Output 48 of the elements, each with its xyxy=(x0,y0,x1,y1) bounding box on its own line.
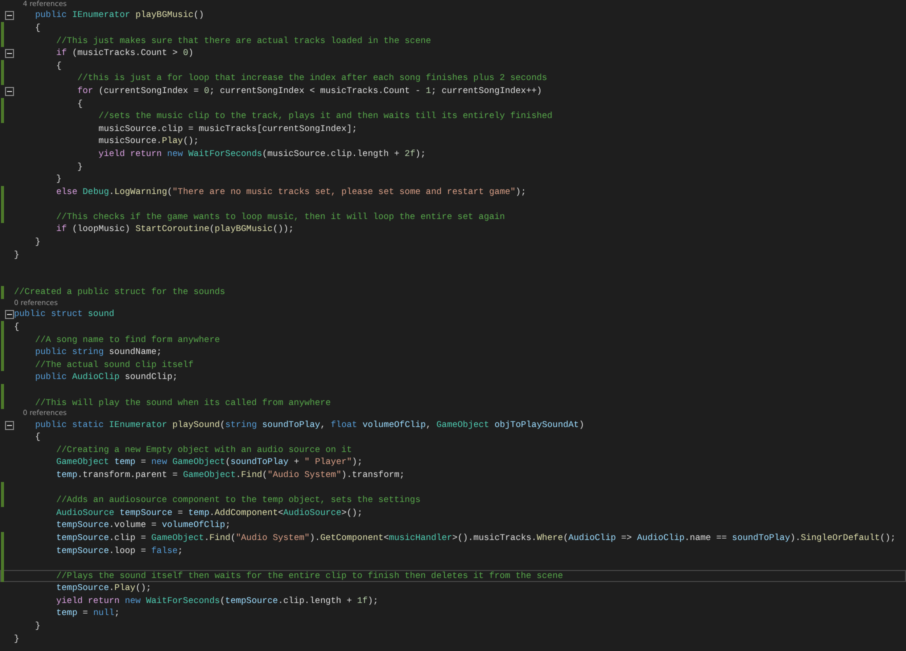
code-line: temp.transform.parent = GameObject.Find("Audio System").transform; xyxy=(55,468,405,482)
collapse-icon[interactable] xyxy=(5,49,14,58)
code-line: yield return new WaitForSeconds(tempSource.clip.length + 1f); xyxy=(55,594,378,608)
code-line: //A song name to find form anywhere xyxy=(34,334,220,346)
collapse-icon[interactable] xyxy=(5,11,14,20)
code-line: public static IEnumerator playSound(string soundToPlay, float volumeOfClip, GameObject objToPlaySoundAt) xyxy=(34,418,584,432)
collapse-icon[interactable] xyxy=(5,310,14,320)
code-line: //This will play the sound when its called from anywhere xyxy=(34,396,331,410)
code-line: } xyxy=(14,632,20,646)
code-line: { xyxy=(14,321,20,334)
code-line: //this is just a for loop that increase the index after each song finishes plus 2 seconds xyxy=(76,72,548,85)
collapse-icon[interactable] xyxy=(5,86,14,96)
code-line: } xyxy=(14,248,20,262)
code-line: else Debug.LogWarning("There are no music tracks set, please set some and restart game"); xyxy=(55,186,526,198)
code-line: tempSource.volume = volumeOfClip; xyxy=(55,519,230,532)
code-line: { xyxy=(34,431,40,444)
code-line: } xyxy=(76,160,83,174)
code-line: for (currentSongIndex = 0; currentSongIndex < musicTracks.Count - 1; currentSongIndex++) xyxy=(76,84,542,98)
code-line: yield return new WaitForSeconds(musicSource.clip.length + 2f); xyxy=(97,148,426,161)
collapse-icon[interactable] xyxy=(5,420,14,430)
code-line: } xyxy=(55,173,62,186)
code-line: tempSource.Play(); xyxy=(55,582,152,595)
code-line: musicSource.Play(); xyxy=(97,135,199,148)
code-line: //Creating a new Empty object with an audio source on it xyxy=(55,444,352,456)
code-line: tempSource.clip = GameObject.Find("Audio System").GetComponent<musicHandler>().musicTracks.Where(AudioClip => AudioClip.name == soundToPlay).SingleOrDefault(); xyxy=(55,532,896,545)
code-line: { xyxy=(76,98,83,110)
code-line: temp = null; xyxy=(55,607,120,620)
code-line: //This checks if the game wants to loop music, then it will loop the entire set again xyxy=(55,210,505,224)
code-line: { xyxy=(34,22,40,35)
code-line: //Created a public struct for the sounds xyxy=(14,286,226,300)
code-line: public struct sound xyxy=(14,308,114,322)
code-line: //Plays the sound itself then waits for the entire clip to finish then deletes it from the scene xyxy=(55,570,564,582)
code-line: GameObject temp = new GameObject(soundToPlay + " Player"); xyxy=(55,456,362,469)
code-line: { xyxy=(55,60,62,72)
code-line: //This just makes sure that there are actual tracks loaded in the scene xyxy=(55,34,432,48)
code-line: } xyxy=(34,620,40,633)
code-line: public IEnumerator playBGMusic() xyxy=(34,9,204,22)
code-line: //sets the music clip to the track, plays it and then waits till its entirely finished xyxy=(97,110,552,123)
code-line: //Adds an audiosource component to the temp object, sets the settings xyxy=(55,494,420,507)
code-line: //The actual sound clip itself xyxy=(34,358,194,372)
code-line: AudioSource tempSource = temp.AddComponent<AudioSource>(); xyxy=(55,506,362,520)
code-line: public AudioClip soundClip; xyxy=(34,371,178,384)
code-line: } xyxy=(34,236,40,249)
code-line: if (loopMusic) StartCoroutine(playBGMusic()); xyxy=(55,223,294,236)
code-line: public string soundName; xyxy=(34,346,162,359)
code-line: if (musicTracks.Count > 0) xyxy=(55,47,194,60)
code-line: musicSource.clip = musicTracks[currentSongIndex]; xyxy=(97,122,358,136)
code-line: tempSource.loop = false; xyxy=(55,544,183,558)
